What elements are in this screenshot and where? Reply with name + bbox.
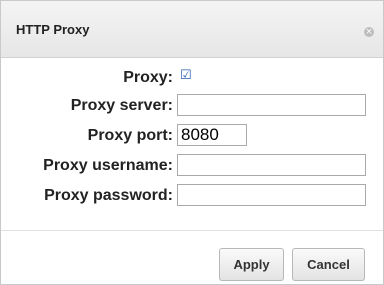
proxy-password-input[interactable] <box>177 184 366 206</box>
proxy-username-row: Proxy username: <box>1 154 383 178</box>
close-icon[interactable]: × <box>364 27 374 37</box>
proxy-port-input[interactable] <box>177 124 247 146</box>
proxy-server-input[interactable] <box>177 94 366 116</box>
proxy-username-label: Proxy username: <box>43 157 173 174</box>
proxy-port-label: Proxy port: <box>87 127 173 144</box>
proxy-checkbox[interactable]: ☑ <box>180 69 192 82</box>
apply-button[interactable]: Apply <box>219 248 284 281</box>
proxy-username-input[interactable] <box>177 154 366 176</box>
cancel-button[interactable]: Cancel <box>292 248 365 281</box>
proxy-row: Proxy: ☑ <box>1 66 383 90</box>
proxy-label: Proxy: <box>123 69 173 86</box>
proxy-password-label: Proxy password: <box>44 187 173 204</box>
http-proxy-dialog: HTTP Proxy × Proxy: ☑ Proxy server: Prox… <box>0 0 384 285</box>
proxy-password-row: Proxy password: <box>1 184 383 208</box>
footer-divider <box>1 230 383 231</box>
dialog-titlebar: HTTP Proxy × <box>1 1 383 58</box>
proxy-server-label: Proxy server: <box>70 97 173 114</box>
proxy-port-row: Proxy port: <box>1 124 383 148</box>
proxy-server-row: Proxy server: <box>1 94 383 118</box>
dialog-title: HTTP Proxy <box>16 22 90 37</box>
